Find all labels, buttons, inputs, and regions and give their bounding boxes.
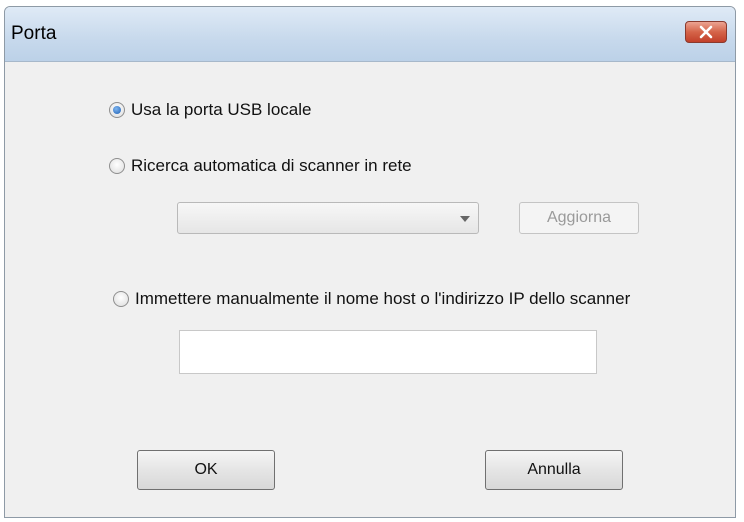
close-icon [699, 25, 713, 39]
network-radio[interactable] [109, 158, 125, 174]
usb-option-label: Usa la porta USB locale [131, 100, 312, 119]
chevron-down-icon [460, 216, 470, 222]
cancel-button[interactable]: Annulla [485, 450, 623, 490]
dialog-title: Porta [11, 23, 57, 44]
title-bar: Porta [5, 7, 735, 62]
refresh-button[interactable]: Aggiorna [519, 202, 639, 234]
close-button[interactable] [685, 21, 727, 43]
scanner-select[interactable] [177, 202, 479, 234]
manual-option[interactable]: Immettere manualmente il nome host o l'i… [113, 289, 630, 309]
usb-radio[interactable] [109, 102, 125, 118]
network-option[interactable]: Ricerca automatica di scanner in rete [109, 156, 412, 176]
network-option-label: Ricerca automatica di scanner in rete [131, 156, 412, 175]
manual-radio[interactable] [113, 291, 129, 307]
usb-option[interactable]: Usa la porta USB locale [109, 100, 311, 120]
dialog-body: Usa la porta USB locale Ricerca automati… [5, 62, 735, 517]
port-dialog: Porta Usa la porta USB locale Ricerca au… [4, 6, 736, 518]
ok-button[interactable]: OK [137, 450, 275, 490]
manual-option-label: Immettere manualmente il nome host o l'i… [135, 289, 631, 308]
host-address-input[interactable] [179, 330, 597, 374]
